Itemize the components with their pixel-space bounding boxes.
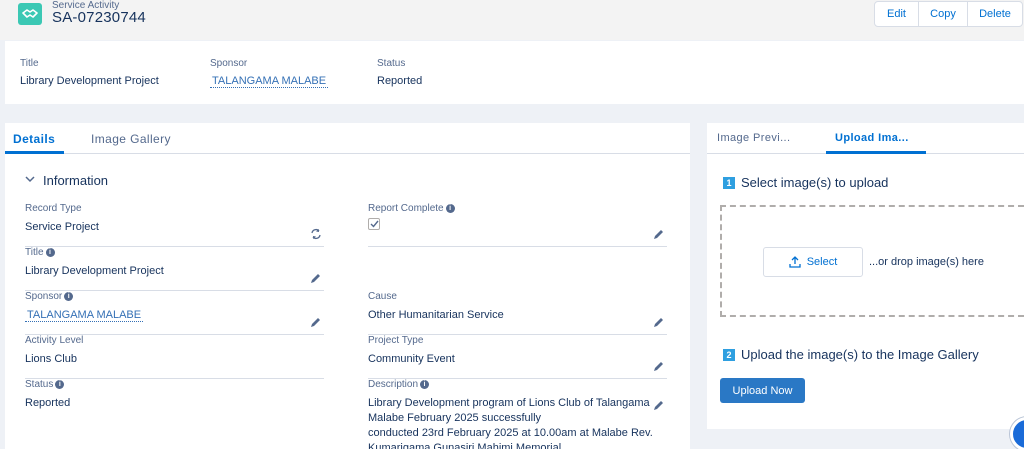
delete-button[interactable]: Delete [967,1,1023,27]
image-dropzone[interactable]: Select ...or drop image(s) here [720,205,1024,317]
tab-image-gallery[interactable]: Image Gallery [91,132,171,146]
step-2: 2 Upload the image(s) to the Image Galle… [723,347,979,362]
description-label: Description [368,379,419,390]
sponsor-label: Sponsor [25,291,63,302]
checkmark-icon [370,220,379,228]
chevron-down-icon [25,175,37,186]
highlight-sponsor-link[interactable]: TALANGAMA MALABE [210,75,329,88]
field-report-complete: Report Complete i [368,203,667,247]
field-description: Description i Library Development program… [368,379,667,449]
activity-level-value: Lions Club [25,353,77,365]
step-number-badge: 1 [723,176,735,189]
tab-image-preview[interactable]: Image Previ... [717,132,790,144]
select-images-button[interactable]: Select [763,247,863,277]
record-type-label: Record Type [25,203,82,214]
field-status: Status i Reported [25,379,324,423]
info-icon[interactable]: i [420,380,430,389]
cause-label: Cause [368,291,397,302]
edit-cause-pencil-icon[interactable] [653,316,665,328]
info-icon[interactable]: i [445,204,455,213]
record-header: Service Activity SA-07230744 Edit Copy D… [0,0,1024,40]
upload-icon [789,256,801,268]
details-tabs: Details Image Gallery [5,123,690,154]
edit-button[interactable]: Edit [874,1,919,27]
upload-now-button[interactable]: Upload Now [720,378,805,403]
status-label: Status [25,379,54,390]
title-label: Title [25,247,44,258]
image-tabs: Image Previ... Upload Ima... [707,123,1024,154]
change-record-type-icon[interactable] [310,228,322,240]
edit-sponsor-pencil-icon[interactable] [310,316,322,328]
highlight-sponsor-label: Sponsor [210,58,248,69]
highlight-sponsor: Sponsor TALANGAMA MALABE [210,58,329,88]
title-value: Library Development Project [25,265,164,277]
status-value: Reported [25,397,71,409]
cause-value: Other Humanitarian Service [368,309,504,321]
report-complete-label: Report Complete [368,203,444,214]
info-icon[interactable]: i [55,380,65,389]
field-cause: Cause Other Humanitarian Service [368,291,667,335]
project-type-value: Community Event [368,353,455,365]
select-button-label: Select [806,256,838,268]
info-icon[interactable]: i [64,292,74,301]
highlight-title-label: Title [20,58,39,69]
edit-description-pencil-icon[interactable] [653,399,665,411]
record-name: SA-07230744 [52,9,146,26]
highlight-status-label: Status [377,58,406,69]
highlight-title: Title Library Development Project [20,58,159,87]
active-tab-indicator [5,151,64,154]
description-line: Library Development program of Lions Clu… [368,397,650,409]
step-1: 1 Select image(s) to upload [723,175,888,190]
field-record-type: Record Type Service Project [25,203,324,247]
record-type-value: Service Project [25,221,99,233]
edit-project-type-pencil-icon[interactable] [653,360,665,372]
field-project-type: Project Type Community Event [368,335,667,379]
tab-upload-images[interactable]: Upload Ima... [835,132,909,144]
details-card: Details Image Gallery Information Record… [5,123,690,449]
information-section-toggle[interactable]: Information [25,173,108,188]
activity-level-label: Activity Level [25,335,84,346]
info-icon[interactable]: i [45,248,55,257]
sponsor-link[interactable]: TALANGAMA MALABE [25,309,144,322]
step-number-badge: 2 [723,348,735,361]
edit-title-pencil-icon[interactable] [310,272,322,284]
handshake-icon [18,3,42,25]
edit-report-complete-pencil-icon[interactable] [653,228,665,240]
active-tab-indicator [826,151,926,154]
highlights-panel: Title Library Development Project Sponso… [5,41,1024,104]
drop-hint: ...or drop image(s) here [869,256,984,268]
description-line: conducted 23rd February 2025 at 10.00am … [368,427,653,439]
field-sponsor: Sponsor i TALANGAMA MALABE [25,291,324,335]
step-2-label: Upload the image(s) to the Image Gallery [741,347,979,362]
field-title: Title i Library Development Project [25,247,324,291]
highlight-title-value: Library Development Project [20,75,159,87]
field-activity-level: Activity Level Lions Club [25,335,324,379]
highlight-status: Status Reported [377,58,422,87]
copy-button[interactable]: Copy [918,1,968,27]
highlight-status-value: Reported [377,75,423,87]
description-line: Malabe February 2025 successfully [368,412,542,424]
upload-card: Image Previ... Upload Ima... 1 Select im… [707,123,1024,429]
step-1-label: Select image(s) to upload [741,175,889,190]
tab-details[interactable]: Details [13,132,55,146]
report-complete-checkbox[interactable] [368,218,380,230]
project-type-label: Project Type [368,335,424,346]
record-actions: Edit Copy Delete [874,1,1023,27]
description-line: Kumarigama Gunasiri Mahimi Memorial [368,442,562,449]
description-value: Library Development program of Lions Clu… [368,396,653,449]
section-title: Information [43,173,109,188]
